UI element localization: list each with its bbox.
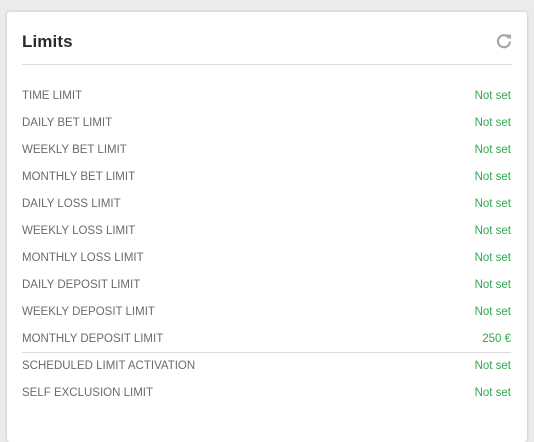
limit-label: DAILY BET LIMIT xyxy=(22,117,113,129)
limit-value: Not set xyxy=(474,279,511,291)
limit-row-weekly-loss[interactable]: WEEKLY LOSS LIMIT Not set xyxy=(22,218,511,245)
limit-label: TIME LIMIT xyxy=(22,90,83,102)
limit-label: DAILY DEPOSIT LIMIT xyxy=(22,279,141,291)
limit-row-time[interactable]: TIME LIMIT Not set xyxy=(22,83,511,110)
limit-value: 250 € xyxy=(482,333,511,345)
limit-row-weekly-bet[interactable]: WEEKLY BET LIMIT Not set xyxy=(22,137,511,164)
limit-row-daily-deposit[interactable]: DAILY DEPOSIT LIMIT Not set xyxy=(22,272,511,299)
limit-value: Not set xyxy=(474,387,511,399)
limit-value: Not set xyxy=(474,144,511,156)
limits-list: TIME LIMIT Not set DAILY BET LIMIT Not s… xyxy=(22,83,511,407)
limits-panel: Limits TIME LIMIT Not set DAILY BET LIMI… xyxy=(7,12,527,442)
limit-label: MONTHLY BET LIMIT xyxy=(22,171,136,183)
refresh-icon[interactable] xyxy=(496,33,512,49)
limit-value: Not set xyxy=(474,198,511,210)
panel-title: Limits xyxy=(22,32,73,51)
limit-value: Not set xyxy=(474,117,511,129)
limit-row-monthly-loss[interactable]: MONTHLY LOSS LIMIT Not set xyxy=(22,245,511,272)
limit-value: Not set xyxy=(474,225,511,237)
limit-value: Not set xyxy=(474,90,511,102)
limit-row-monthly-deposit[interactable]: MONTHLY DEPOSIT LIMIT 250 € xyxy=(22,326,511,353)
limit-label: MONTHLY DEPOSIT LIMIT xyxy=(22,333,164,345)
limit-row-scheduled-activation[interactable]: SCHEDULED LIMIT ACTIVATION Not set xyxy=(22,353,511,380)
limit-row-self-exclusion[interactable]: SELF EXCLUSION LIMIT Not set xyxy=(22,380,511,407)
limit-row-daily-bet[interactable]: DAILY BET LIMIT Not set xyxy=(22,110,511,137)
limit-row-daily-loss[interactable]: DAILY LOSS LIMIT Not set xyxy=(22,191,511,218)
panel-header: Limits xyxy=(22,12,512,65)
limit-label: WEEKLY BET LIMIT xyxy=(22,144,127,156)
limit-label: MONTHLY LOSS LIMIT xyxy=(22,252,144,264)
limit-value: Not set xyxy=(474,171,511,183)
limit-value: Not set xyxy=(474,360,511,372)
limit-row-weekly-deposit[interactable]: WEEKLY DEPOSIT LIMIT Not set xyxy=(22,299,511,326)
limit-label: DAILY LOSS LIMIT xyxy=(22,198,121,210)
limit-value: Not set xyxy=(474,252,511,264)
limit-label: WEEKLY LOSS LIMIT xyxy=(22,225,136,237)
limit-label: SCHEDULED LIMIT ACTIVATION xyxy=(22,360,196,372)
limit-label: WEEKLY DEPOSIT LIMIT xyxy=(22,306,155,318)
limit-label: SELF EXCLUSION LIMIT xyxy=(22,387,154,399)
limit-row-monthly-bet[interactable]: MONTHLY BET LIMIT Not set xyxy=(22,164,511,191)
limit-value: Not set xyxy=(474,306,511,318)
